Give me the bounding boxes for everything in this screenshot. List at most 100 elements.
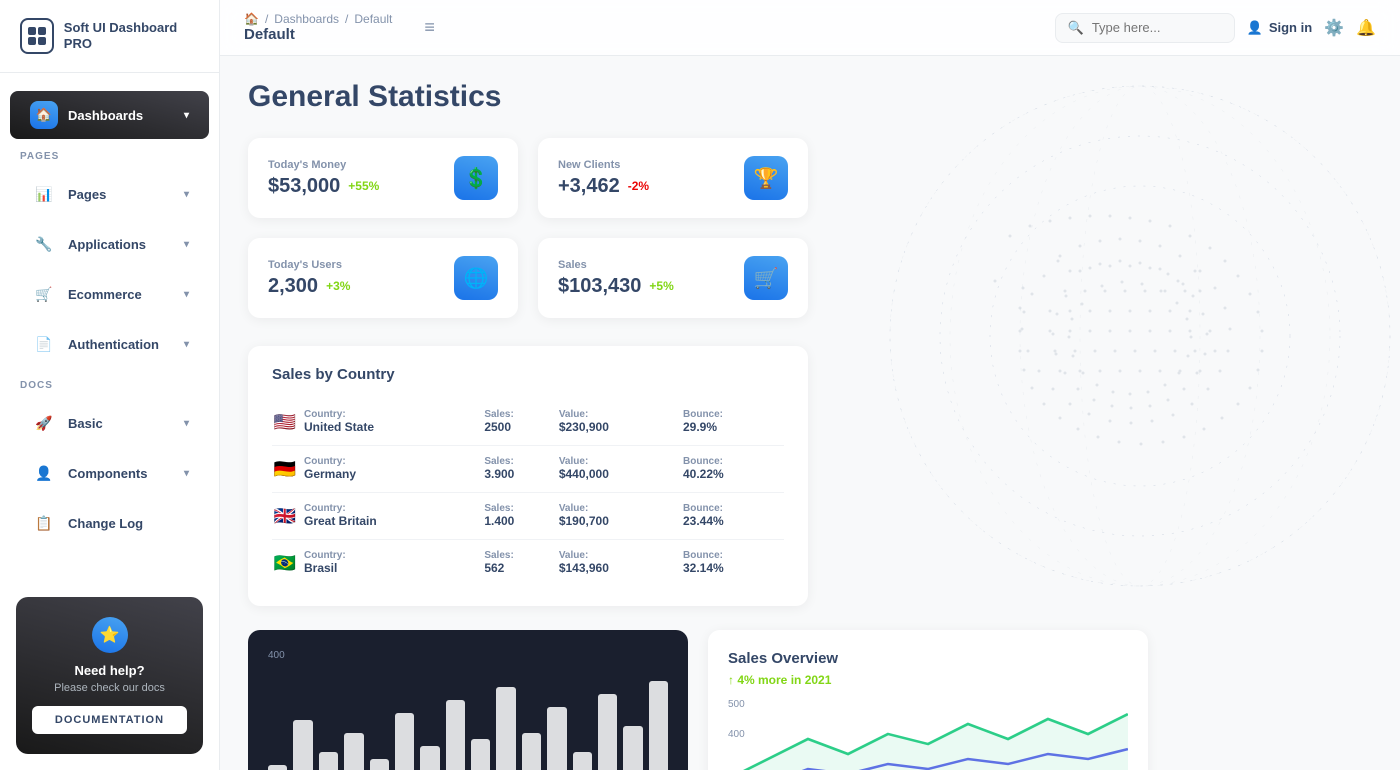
country-sales: 2500 <box>484 420 511 434</box>
help-title: Need help? <box>32 663 187 678</box>
country-sales: 562 <box>484 561 504 575</box>
sidebar-item-changelog[interactable]: 📋 Change Log <box>10 499 209 547</box>
country-bounce-cell: Bounce: 40.22% <box>683 446 784 493</box>
notifications-icon[interactable]: 🔔 <box>1356 18 1376 38</box>
country-sales-cell: Sales: 3.900 <box>484 446 559 493</box>
signin-label: Sign in <box>1269 20 1312 35</box>
country-name-cell: Country: United State <box>304 399 484 446</box>
components-icon: 👤 <box>30 459 58 487</box>
overview-subtitle: ↑ 4% more in 2021 <box>728 673 1128 687</box>
chart-bar <box>319 752 338 770</box>
sidebar-item-authentication[interactable]: 📄 Authentication ▾ <box>10 320 209 368</box>
stat-info-todays-money: Today's Money $53,000 +55% <box>268 159 442 198</box>
table-row: 🇬🇧 Country: Great Britain Sales: 1.400 V… <box>272 493 784 540</box>
user-icon: 👤 <box>1247 20 1263 36</box>
country-name: Great Britain <box>304 514 377 528</box>
sidebar-item-ecommerce-label: Ecommerce <box>68 287 142 302</box>
globe-decoration <box>760 56 1400 696</box>
country-col-label: Country: <box>304 409 484 420</box>
sidebar-item-pages-label: Pages <box>68 187 106 202</box>
stat-info-sales: Sales $103,430 +5% <box>558 259 732 298</box>
country-sales-cell: Sales: 1.400 <box>484 493 559 540</box>
country-bounce-cell: Bounce: 29.9% <box>683 399 784 446</box>
sidebar-nav: 🏠 Dashboards ▾ PAGES 📊 Pages ▾ 🔧 Applica… <box>0 73 219 581</box>
stat-label-sales: Sales <box>558 259 732 271</box>
sales-by-country-title: Sales by Country <box>272 366 784 383</box>
sales-col-label: Sales: <box>484 456 559 467</box>
value-col-label: Value: <box>559 550 683 561</box>
signin-button[interactable]: 👤 Sign in <box>1247 20 1313 36</box>
sidebar-item-dashboards[interactable]: 🏠 Dashboards ▾ <box>10 91 209 139</box>
stat-info-todays-users: Today's Users 2,300 +3% <box>268 259 442 298</box>
dashboards-icon: 🏠 <box>30 101 58 129</box>
breadcrumb-dashboards[interactable]: Dashboards <box>274 12 339 26</box>
country-bounce-cell: Bounce: 23.44% <box>683 493 784 540</box>
table-row: 🇩🇪 Country: Germany Sales: 3.900 Value: … <box>272 446 784 493</box>
country-name-cell: Country: Germany <box>304 446 484 493</box>
bounce-col-label: Bounce: <box>683 409 784 420</box>
sidebar-item-basic[interactable]: 🚀 Basic ▾ <box>10 399 209 447</box>
chart-bar <box>649 681 668 770</box>
chart-bar <box>547 707 566 770</box>
country-col-label: Country: <box>304 550 484 561</box>
value-col-label: Value: <box>559 409 683 420</box>
breadcrumb-sep2: / <box>345 12 348 26</box>
chart-bar <box>268 765 287 770</box>
app-name: Soft UI Dashboard PRO <box>64 20 199 51</box>
stat-card-todays-money: Today's Money $53,000 +55% 💲 <box>248 138 518 218</box>
sidebar-item-pages[interactable]: 📊 Pages ▾ <box>10 170 209 218</box>
stat-icon-todays-users: 🌐 <box>454 256 498 300</box>
basic-chevron: ▾ <box>184 418 189 429</box>
applications-chevron: ▾ <box>184 239 189 250</box>
settings-icon[interactable]: ⚙️ <box>1324 18 1344 38</box>
chart-label-400: 400 <box>728 729 745 740</box>
sales-col-label: Sales: <box>484 503 559 514</box>
page-title-topbar: Default <box>244 26 392 43</box>
country-name: United State <box>304 420 374 434</box>
search-box[interactable]: 🔍 <box>1055 13 1235 43</box>
country-name: Germany <box>304 467 356 481</box>
documentation-button[interactable]: DOCUMENTATION <box>32 706 187 734</box>
sidebar-item-dashboards-label: Dashboards <box>68 108 143 123</box>
chart-y-400: 400 <box>268 650 285 661</box>
country-value: $230,900 <box>559 420 609 434</box>
country-bounce: 23.44% <box>683 514 724 528</box>
hamburger-icon[interactable]: ≡ <box>424 17 435 38</box>
breadcrumb-sep1: / <box>265 12 268 26</box>
country-value-cell: Value: $230,900 <box>559 399 683 446</box>
changelog-icon: 📋 <box>30 509 58 537</box>
value-col-label: Value: <box>559 456 683 467</box>
sidebar-item-applications[interactable]: 🔧 Applications ▾ <box>10 220 209 268</box>
stat-label-todays-money: Today's Money <box>268 159 442 171</box>
chart-bar <box>370 759 389 770</box>
sidebar-item-components[interactable]: 👤 Components ▾ <box>10 449 209 497</box>
country-bounce-cell: Bounce: 32.14% <box>683 540 784 587</box>
chart-bar <box>420 746 439 770</box>
country-value: $143,960 <box>559 561 609 575</box>
sidebar: Soft UI Dashboard PRO 🏠 Dashboards ▾ PAG… <box>0 0 220 770</box>
value-col-label: Value: <box>559 503 683 514</box>
country-table: 🇺🇸 Country: United State Sales: 2500 Val… <box>272 399 784 586</box>
stat-card-new-clients: New Clients +3,462 -2% 🏆 <box>538 138 808 218</box>
table-row: 🇧🇷 Country: Brasil Sales: 562 Value: $14… <box>272 540 784 587</box>
chart-bar <box>471 739 490 770</box>
breadcrumb-current: Default <box>354 12 392 26</box>
stat-label-new-clients: New Clients <box>558 159 732 171</box>
overview-chart: 500 400 <box>728 699 1128 770</box>
stat-icon-todays-money: 💲 <box>454 156 498 200</box>
sidebar-item-ecommerce[interactable]: 🛒 Ecommerce ▾ <box>10 270 209 318</box>
country-flag: 🇧🇷 <box>272 540 304 587</box>
country-name-cell: Country: Great Britain <box>304 493 484 540</box>
country-value: $440,000 <box>559 467 609 481</box>
chart-bar <box>522 733 541 770</box>
country-name: Brasil <box>304 561 337 575</box>
search-input[interactable] <box>1092 20 1222 35</box>
section-label-docs: DOCS <box>0 370 219 397</box>
stat-value-sales: $103,430 +5% <box>558 275 732 298</box>
stats-grid: Today's Money $53,000 +55% 💲 New Clients… <box>248 138 808 318</box>
sidebar-item-authentication-label: Authentication <box>68 337 159 352</box>
country-sales: 3.900 <box>484 467 514 481</box>
topbar-right: 🔍 👤 Sign in ⚙️ 🔔 <box>1055 13 1376 43</box>
chart-bar <box>573 752 592 770</box>
breadcrumb-home-icon: 🏠 <box>244 12 259 26</box>
